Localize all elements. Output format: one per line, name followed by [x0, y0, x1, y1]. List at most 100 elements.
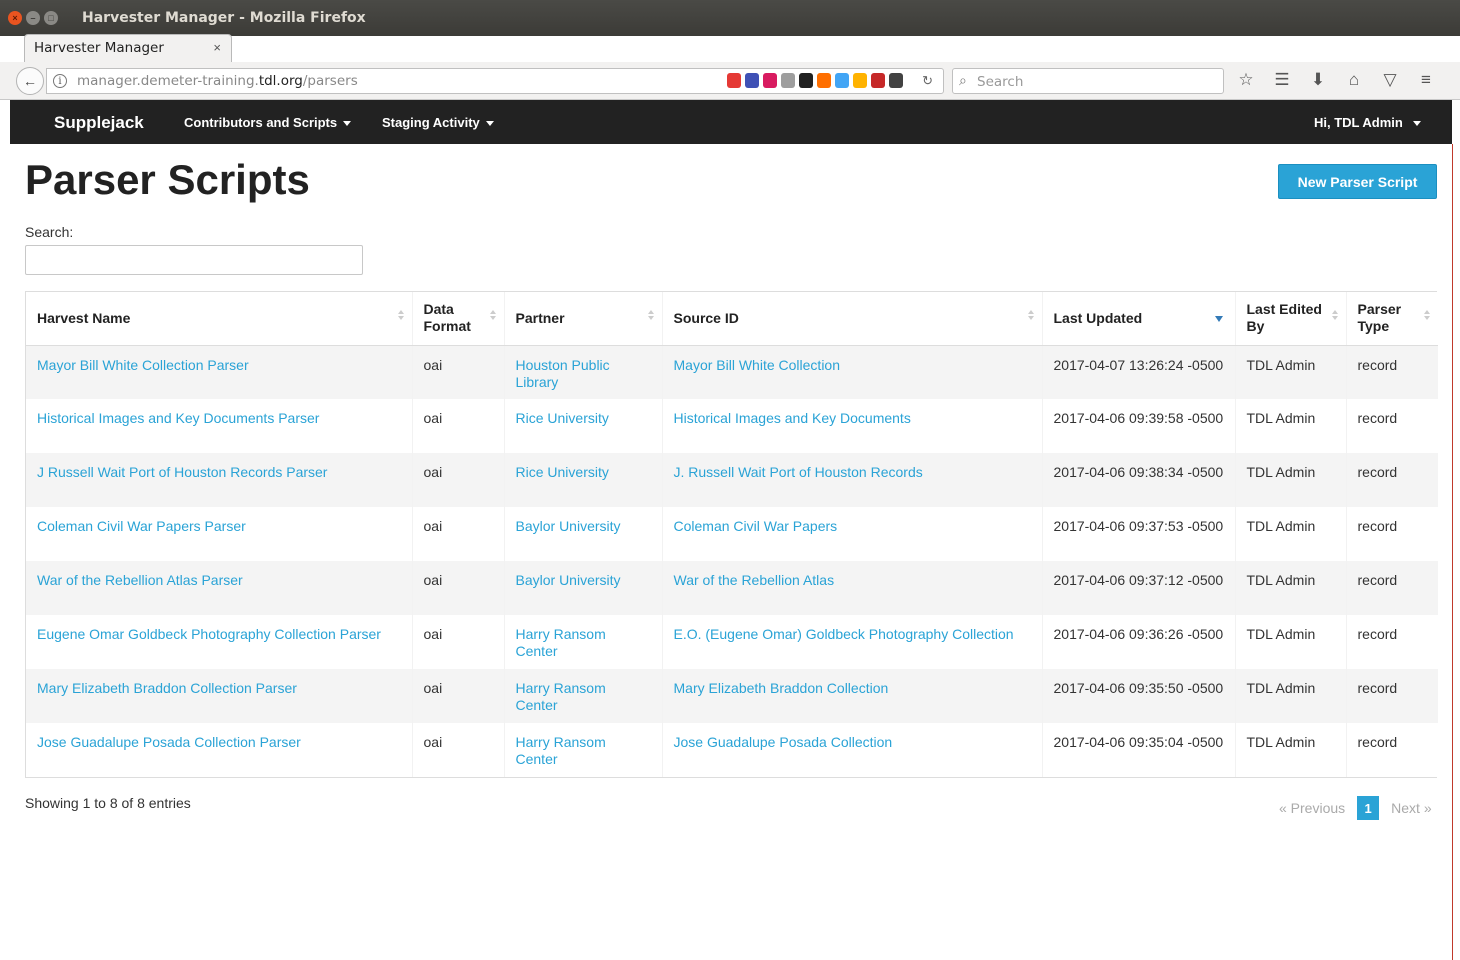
bookmark-star-icon[interactable]: ☆ [1236, 70, 1256, 90]
data-format-cell: oai [423, 626, 443, 642]
last-edited-by-cell: TDL Admin [1246, 464, 1316, 480]
harvest-name-link[interactable]: Coleman Civil War Papers Parser [37, 518, 246, 534]
info-icon[interactable]: i [53, 74, 67, 88]
column-header-source-id[interactable]: Source ID [661, 292, 1042, 346]
reload-icon[interactable]: ↻ [922, 73, 933, 89]
header-label: Partner [515, 309, 565, 326]
pagination-previous[interactable]: « Previous [1279, 800, 1345, 816]
search-placeholder: Search [977, 74, 1024, 90]
nav-staging-activity[interactable]: Staging Activity [382, 115, 494, 130]
source-id-link[interactable]: Coleman Civil War Papers [674, 518, 838, 534]
table-cell: TDL Admin [1234, 561, 1346, 615]
extension-icon[interactable] [835, 73, 849, 88]
last-updated-cell: 2017-04-06 09:37:12 -0500 [1053, 572, 1224, 588]
browser-tab[interactable]: Harvester Manager × [24, 34, 232, 62]
table-cell: TDL Admin [1234, 723, 1346, 777]
harvest-name-link[interactable]: J Russell Wait Port of Houston Records P… [37, 464, 327, 480]
table-row: Eugene Omar Goldbeck Photography Collect… [26, 615, 1438, 669]
partner-link[interactable]: Harry Ransom Center [516, 734, 606, 767]
close-window-icon[interactable]: × [8, 11, 22, 25]
pocket-icon[interactable]: ▽ [1380, 70, 1400, 90]
minimize-window-icon[interactable]: – [26, 11, 40, 25]
table-cell: Historical Images and Key Documents [661, 399, 1042, 453]
table-cell: TDL Admin [1234, 345, 1346, 399]
home-icon[interactable]: ⌂ [1344, 70, 1364, 90]
harvest-name-link[interactable]: Jose Guadalupe Posada Collection Parser [37, 734, 301, 750]
last-updated-cell: 2017-04-06 09:37:53 -0500 [1053, 518, 1224, 534]
column-header-last-updated[interactable]: Last Updated [1041, 292, 1235, 346]
extension-icon[interactable] [799, 73, 813, 88]
source-id-link[interactable]: E.O. (Eugene Omar) Goldbeck Photography … [674, 626, 1014, 642]
partner-link[interactable]: Rice University [516, 464, 609, 480]
parser-type-cell: record [1357, 518, 1398, 534]
harvest-name-link[interactable]: War of the Rebellion Atlas Parser [37, 572, 243, 588]
column-header-data-format[interactable]: Data Format [411, 292, 504, 346]
partner-link[interactable]: Houston Public Library [516, 357, 610, 390]
reading-list-icon[interactable]: ☰ [1272, 70, 1292, 90]
last-edited-by-cell: TDL Admin [1246, 734, 1316, 750]
parser-type-cell: record [1357, 356, 1398, 373]
table-cell: TDL Admin [1234, 507, 1346, 561]
data-format-cell: oai [423, 410, 443, 426]
chevron-down-icon [343, 121, 352, 127]
extension-icon[interactable] [889, 73, 903, 88]
nav-user-menu[interactable]: Hi, TDL Admin [1314, 115, 1421, 130]
header-label: Source ID [673, 309, 739, 326]
data-format-cell: oai [423, 518, 443, 534]
nav-contributors-and-scripts[interactable]: Contributors and Scripts [184, 115, 352, 130]
parser-scripts-table: Harvest Name Data Format Partner Source … [25, 291, 1438, 778]
column-header-last-edited-by[interactable]: Last Edited By [1234, 292, 1346, 346]
partner-link[interactable]: Harry Ransom Center [516, 680, 606, 713]
harvest-name-link[interactable]: Eugene Omar Goldbeck Photography Collect… [37, 626, 381, 642]
download-icon[interactable]: ⬇ [1308, 70, 1328, 90]
table-search-input[interactable] [25, 245, 363, 275]
extension-icon[interactable] [853, 73, 867, 88]
browser-toolbar: ← i manager.demeter-training.tdl.org/par… [0, 62, 1460, 100]
source-id-link[interactable]: Historical Images and Key Documents [674, 410, 911, 426]
partner-link[interactable]: Harry Ransom Center [516, 626, 606, 659]
source-id-link[interactable]: J. Russell Wait Port of Houston Records [674, 464, 923, 480]
new-parser-script-button[interactable]: New Parser Script [1278, 164, 1437, 199]
table-cell: Historical Images and Key Documents Pars… [26, 399, 412, 453]
harvest-name-link[interactable]: Mary Elizabeth Braddon Collection Parser [37, 680, 297, 696]
extension-icon[interactable] [763, 73, 777, 88]
source-id-link[interactable]: War of the Rebellion Atlas [674, 572, 835, 588]
extension-icon[interactable] [871, 73, 885, 88]
tab-close-icon[interactable]: × [213, 40, 221, 55]
column-header-parser-type[interactable]: Parser Type [1345, 292, 1438, 346]
extension-icon[interactable] [745, 73, 759, 88]
column-header-partner[interactable]: Partner [503, 292, 662, 346]
source-id-link[interactable]: Jose Guadalupe Posada Collection [674, 734, 893, 750]
harvest-name-link[interactable]: Historical Images and Key Documents Pars… [37, 410, 319, 426]
menu-icon[interactable]: ≡ [1416, 70, 1436, 90]
pagination-page-current[interactable]: 1 [1357, 796, 1380, 820]
window-titlebar: × – □ Harvester Manager - Mozilla Firefo… [0, 0, 1460, 36]
partner-link[interactable]: Baylor University [516, 518, 621, 534]
extension-icon[interactable] [781, 73, 795, 88]
url-bar[interactable]: i manager.demeter-training.tdl.org/parse… [46, 68, 944, 94]
browser-search-input[interactable]: ⌕ Search [952, 68, 1224, 94]
pagination-next[interactable]: Next » [1391, 800, 1431, 816]
table-cell: Harry Ransom Center [503, 723, 662, 777]
back-arrow-icon[interactable]: ← [16, 67, 44, 95]
url-text[interactable]: manager.demeter-training.tdl.org/parsers [77, 73, 358, 89]
table-cell: J. Russell Wait Port of Houston Records [661, 453, 1042, 507]
source-id-link[interactable]: Mary Elizabeth Braddon Collection [674, 680, 889, 696]
partner-link[interactable]: Baylor University [516, 572, 621, 588]
window-edge [1452, 144, 1453, 960]
table-cell: record [1345, 453, 1438, 507]
user-greeting: Hi, TDL Admin [1314, 115, 1403, 130]
table-row: Historical Images and Key Documents Pars… [26, 399, 1438, 453]
brand-link[interactable]: Supplejack [54, 113, 144, 133]
new-tab-icon[interactable]: + [240, 36, 252, 56]
harvest-name-link[interactable]: Mayor Bill White Collection Parser [37, 357, 249, 373]
table-row: J Russell Wait Port of Houston Records P… [26, 453, 1438, 507]
partner-link[interactable]: Rice University [516, 410, 609, 426]
maximize-window-icon[interactable]: □ [44, 11, 58, 25]
table-cell: record [1345, 507, 1438, 561]
source-id-link[interactable]: Mayor Bill White Collection [674, 357, 841, 373]
extension-icon[interactable] [727, 73, 741, 88]
last-updated-cell: 2017-04-06 09:36:26 -0500 [1053, 626, 1224, 642]
extension-icon[interactable] [817, 73, 831, 88]
column-header-harvest-name[interactable]: Harvest Name [26, 292, 412, 346]
